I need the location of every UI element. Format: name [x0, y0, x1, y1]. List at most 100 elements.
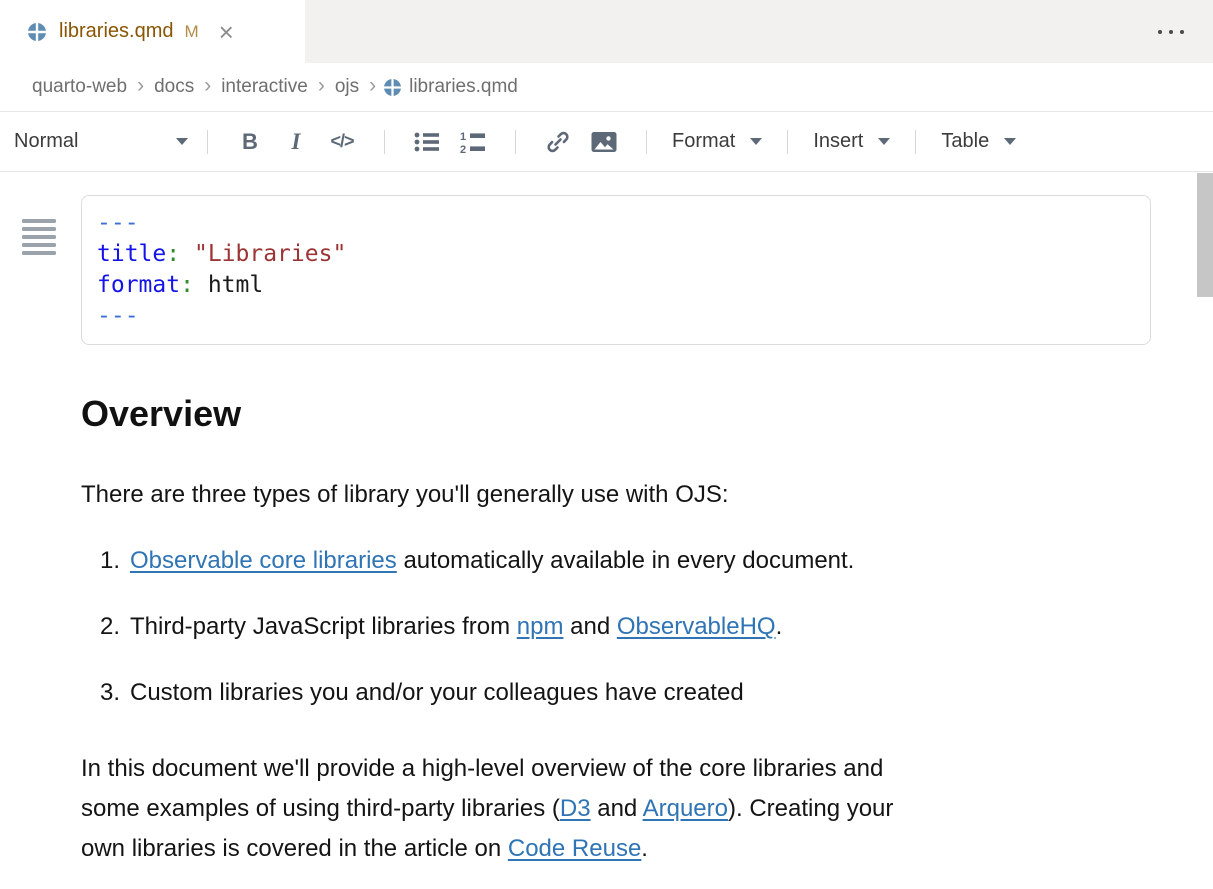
chevron-down-icon: [1004, 138, 1016, 145]
breadcrumb-item-file[interactable]: libraries.qmd: [384, 76, 518, 98]
list-number: 1.: [81, 544, 130, 578]
paragraph-text: ). Creating your: [728, 795, 893, 822]
code-reuse-link[interactable]: Code Reuse: [508, 835, 641, 862]
paragraph-text: .: [641, 835, 648, 862]
editor-content: --- title: "Libraries" format: html --- …: [0, 195, 1213, 869]
toolbar-divider: [384, 130, 385, 154]
chevron-down-icon: [878, 138, 890, 145]
list-item-rest: and: [563, 613, 616, 640]
arquero-link[interactable]: Arquero: [643, 795, 728, 822]
dot: [1158, 30, 1162, 34]
yaml-key: title: [97, 241, 166, 267]
link-icon: [546, 130, 570, 154]
insert-menu-label: Insert: [813, 130, 863, 153]
closing-paragraph: In this document we'll provide a high-le…: [81, 749, 1213, 869]
list-number: 2.: [81, 610, 130, 644]
yaml-key: format: [97, 272, 180, 298]
yaml-value: html: [208, 272, 263, 298]
format-menu-label: Format: [672, 130, 735, 153]
npm-link[interactable]: npm: [517, 613, 564, 640]
paragraph-style-value: Normal: [14, 130, 78, 153]
breadcrumb-item-quarto-web[interactable]: quarto-web: [30, 76, 129, 98]
chevron-down-icon: [750, 138, 762, 145]
svg-text:1: 1: [460, 131, 466, 143]
list-item-text: Third-party JavaScript libraries from np…: [130, 610, 782, 644]
yaml-line: format: html: [97, 270, 1135, 301]
code-button[interactable]: </>: [328, 126, 356, 158]
numbered-list-button[interactable]: 1 2: [459, 126, 487, 158]
yaml-front-matter-block[interactable]: --- title: "Libraries" format: html ---: [81, 195, 1151, 345]
space: [194, 272, 208, 298]
yaml-colon: :: [166, 241, 180, 267]
breadcrumb-item-interactive[interactable]: interactive: [219, 76, 310, 98]
yaml-line: ---: [97, 208, 1135, 239]
toolbar-divider: [207, 130, 208, 154]
tab-bar: libraries.qmd M ×: [0, 0, 1213, 63]
list-item-text: Custom libraries you and/or your colleag…: [130, 676, 744, 710]
table-menu[interactable]: Table: [941, 130, 1016, 153]
observable-core-libraries-link[interactable]: Observable core libraries: [130, 547, 397, 574]
toolbar-divider: [915, 130, 916, 154]
bold-button[interactable]: B: [236, 126, 264, 158]
breadcrumb-file-label: libraries.qmd: [409, 76, 518, 98]
block-drag-handle-icon[interactable]: [22, 219, 56, 255]
tab-libraries-qmd[interactable]: libraries.qmd M ×: [0, 0, 305, 63]
chevron-right-icon: ›: [310, 74, 333, 100]
image-icon: [591, 131, 617, 153]
format-menu[interactable]: Format: [672, 130, 762, 153]
list-item-rest: automatically available in every documen…: [397, 547, 855, 574]
numbered-list-icon: 1 2: [459, 130, 487, 154]
chevron-right-icon: ›: [129, 74, 152, 100]
table-menu-label: Table: [941, 130, 989, 153]
link-button[interactable]: [544, 126, 572, 158]
ordered-list: 1. Observable core libraries automatical…: [81, 544, 1213, 710]
yaml-delimiter: ---: [97, 210, 139, 236]
chevron-right-icon: ›: [196, 74, 219, 100]
chevron-down-icon: [176, 138, 188, 145]
list-item: 2. Third-party JavaScript libraries from…: [81, 610, 1213, 644]
list-item: 1. Observable core libraries automatical…: [81, 544, 1213, 578]
visual-editor-window: libraries.qmd M × quarto-web › docs › in…: [0, 0, 1213, 889]
bullet-list-icon: [414, 131, 440, 153]
toolbar-divider: [515, 130, 516, 154]
yaml-colon: :: [180, 272, 194, 298]
breadcrumb-item-docs[interactable]: docs: [152, 76, 196, 98]
more-actions-icon[interactable]: [1158, 30, 1184, 34]
paragraph-line: some examples of using third-party libra…: [81, 789, 1213, 829]
quarto-icon: [384, 79, 401, 96]
dot: [1169, 30, 1173, 34]
image-button[interactable]: [590, 126, 618, 158]
d3-link[interactable]: D3: [560, 795, 591, 822]
tab-title: libraries.qmd: [59, 20, 173, 43]
yaml-line: title: "Libraries": [97, 239, 1135, 270]
quarto-icon: [28, 23, 46, 41]
breadcrumb: quarto-web › docs › interactive › ojs › …: [0, 63, 1213, 111]
observablehq-link[interactable]: ObservableHQ: [617, 613, 776, 640]
svg-text:2: 2: [460, 144, 466, 154]
chevron-right-icon: ›: [361, 74, 384, 100]
dot: [1180, 30, 1184, 34]
yaml-line: ---: [97, 301, 1135, 332]
list-item-rest: .: [776, 613, 783, 640]
bullet-list-button[interactable]: [413, 126, 441, 158]
insert-menu[interactable]: Insert: [813, 130, 890, 153]
space: [180, 241, 194, 267]
modified-badge: M: [184, 22, 198, 42]
breadcrumb-item-ojs[interactable]: ojs: [333, 76, 361, 98]
paragraph-line: In this document we'll provide a high-le…: [81, 749, 1213, 789]
yaml-delimiter: ---: [97, 303, 139, 329]
list-item-rest: Third-party JavaScript libraries from: [130, 613, 517, 640]
yaml-value: "Libraries": [194, 241, 346, 267]
paragraph-text: and: [591, 795, 643, 822]
list-item: 3. Custom libraries you and/or your coll…: [81, 676, 1213, 710]
formatting-toolbar: Normal B I </> 1 2: [0, 111, 1213, 172]
vertical-scrollbar-thumb[interactable]: [1197, 173, 1213, 297]
paragraph-text: some examples of using third-party libra…: [81, 795, 560, 822]
toolbar-divider: [787, 130, 788, 154]
list-number: 3.: [81, 676, 130, 710]
close-icon[interactable]: ×: [219, 22, 234, 42]
italic-button[interactable]: I: [282, 126, 310, 158]
intro-paragraph: There are three types of library you'll …: [81, 478, 1213, 512]
paragraph-style-select[interactable]: Normal: [14, 130, 188, 153]
list-item-text: Observable core libraries automatically …: [130, 544, 854, 578]
